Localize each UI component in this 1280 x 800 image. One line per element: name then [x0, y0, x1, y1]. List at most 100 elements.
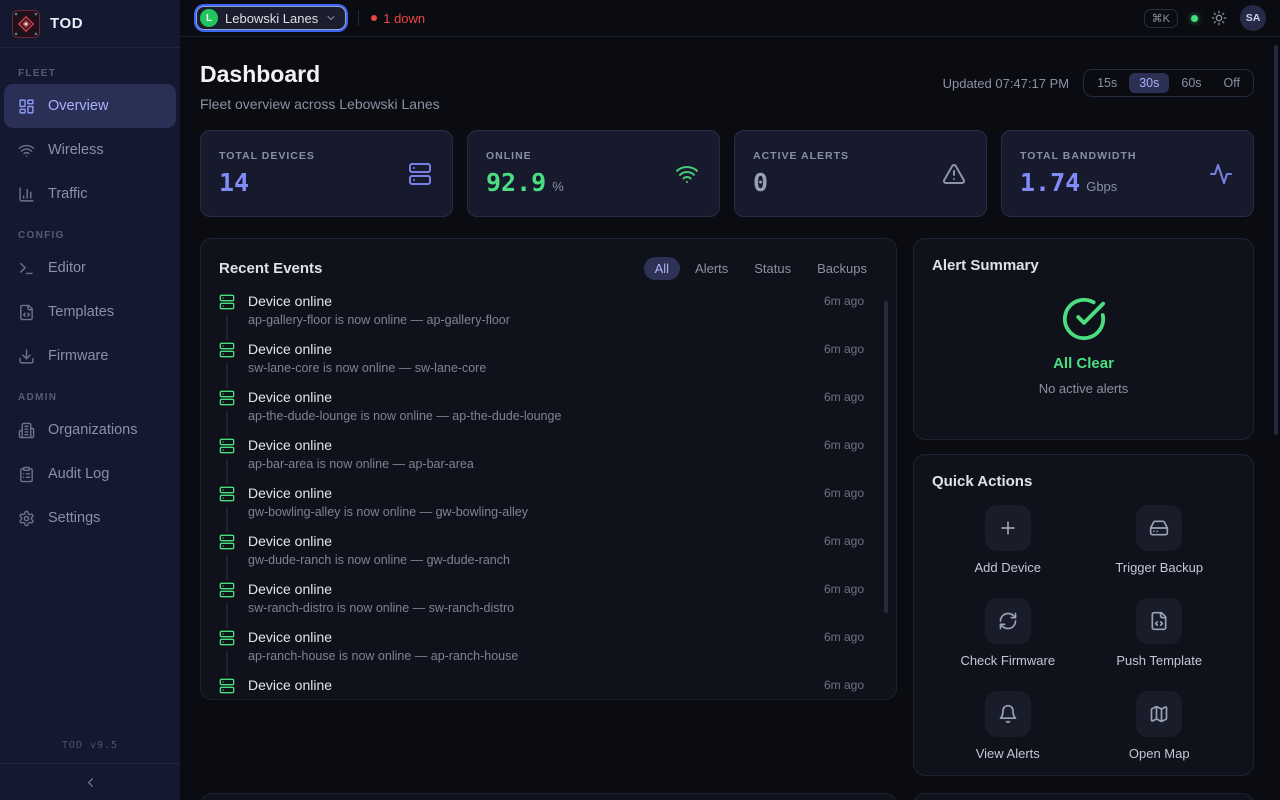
stat-unit: Gbps: [1086, 179, 1117, 194]
events-tab-all[interactable]: All: [644, 257, 680, 280]
event-detail: gw-bowling-alley is now online — gw-bowl…: [248, 505, 814, 520]
alert-detail-text: No active alerts: [932, 381, 1235, 396]
app-logo-icon: [12, 10, 40, 38]
sidebar-collapse-button[interactable]: [83, 775, 98, 790]
event-row[interactable]: Device online sw-ranch-distro is now onl…: [219, 578, 878, 626]
events-tab-status[interactable]: Status: [743, 257, 802, 280]
event-time: 6m ago: [814, 532, 864, 550]
sidebar-nav: FLEET Overview Wireless Traffic CONFIG E…: [0, 48, 180, 734]
alert-summary-body: All Clear No active alerts: [932, 296, 1235, 396]
page-scrollbar[interactable]: [1274, 45, 1278, 435]
check-circle-icon: [1061, 296, 1107, 342]
interval-15s-button[interactable]: 15s: [1087, 73, 1127, 93]
quick-action-tile: [985, 598, 1031, 644]
quick-action-label: Check Firmware: [960, 653, 1055, 668]
quick-actions-grid: Add Device Trigger Backup Check Firmware…: [932, 505, 1235, 761]
event-row[interactable]: Device online ap-gallery-floor is now on…: [219, 290, 878, 338]
sidebar-item-label: Templates: [48, 304, 114, 320]
event-icon-wrap: [219, 484, 235, 507]
stat-value: 92.9: [486, 168, 546, 197]
events-list: Device online ap-gallery-floor is now on…: [219, 290, 878, 700]
theme-toggle-button[interactable]: [1211, 10, 1227, 26]
event-row[interactable]: Device online ap-bar-area is now online …: [219, 434, 878, 482]
quick-action-tile: [1136, 598, 1182, 644]
sidebar-item-organizations[interactable]: Organizations: [4, 408, 176, 452]
events-filter-tabs: AllAlertsStatusBackups: [644, 257, 878, 280]
event-detail: ap-the-dude-lounge is now online — ap-th…: [248, 409, 814, 424]
event-row[interactable]: Device online ap-the-dude-lounge is now …: [219, 386, 878, 434]
stat-label: ACTIVE ALERTS: [753, 150, 968, 162]
sun-icon: [1211, 10, 1227, 26]
quick-action-push-template[interactable]: Push Template: [1116, 598, 1202, 668]
event-icon-wrap: [219, 580, 235, 603]
event-icon-wrap: [219, 676, 235, 699]
event-title: Device online: [248, 580, 814, 598]
event-row[interactable]: Device online gw-dude-ranch is now onlin…: [219, 530, 878, 578]
download-icon: [18, 348, 35, 365]
brand-header: TOD: [0, 0, 180, 48]
event-row[interactable]: Device online ap-ranch-house is now onli…: [219, 626, 878, 674]
interval-30s-button[interactable]: 30s: [1129, 73, 1169, 93]
sidebar-item-audit-log[interactable]: Audit Log: [4, 452, 176, 496]
file-code-icon: [1149, 611, 1169, 631]
event-row[interactable]: Device online 6m ago: [219, 674, 878, 700]
sidebar-section-items: Overview Wireless Traffic: [0, 84, 180, 216]
activity-icon: [1209, 162, 1233, 186]
user-avatar[interactable]: SA: [1240, 5, 1266, 31]
stat-value: 14: [219, 168, 249, 197]
topbar-divider: [358, 10, 359, 26]
sidebar-item-templates[interactable]: Templates: [4, 290, 176, 334]
sidebar-item-label: Audit Log: [48, 466, 109, 482]
sidebar-item-firmware[interactable]: Firmware: [4, 334, 176, 378]
interval-60s-button[interactable]: 60s: [1171, 73, 1211, 93]
sidebar-item-traffic[interactable]: Traffic: [4, 172, 176, 216]
server-icon: [219, 390, 235, 406]
sidebar-item-overview[interactable]: Overview: [4, 84, 176, 128]
page-title: Dashboard: [200, 59, 440, 89]
recent-events-title: Recent Events: [219, 260, 322, 277]
sidebar-item-editor[interactable]: Editor: [4, 246, 176, 290]
server-icon: [219, 534, 235, 550]
org-selector[interactable]: L Lebowski Lanes: [196, 6, 346, 30]
quick-action-tile: [1136, 505, 1182, 551]
event-title: Device online: [248, 676, 814, 694]
bottom-panel-left: [200, 793, 897, 800]
sidebar-section: FLEET Overview Wireless Traffic: [0, 54, 180, 216]
map-icon: [1149, 704, 1169, 724]
sidebar-item-wireless[interactable]: Wireless: [4, 128, 176, 172]
page-header: Dashboard Fleet overview across Lebowski…: [200, 37, 1254, 112]
stat-card-active-alerts: ACTIVE ALERTS 0: [734, 130, 987, 217]
sidebar-item-settings[interactable]: Settings: [4, 496, 176, 540]
event-text: Device online gw-bowling-alley is now on…: [248, 484, 814, 520]
events-tab-alerts[interactable]: Alerts: [684, 257, 739, 280]
sidebar-section: CONFIG Editor Templates Firmware: [0, 216, 180, 378]
event-time: 6m ago: [814, 436, 864, 454]
devices-down-indicator: 1 down: [371, 11, 425, 26]
page-header-left: Dashboard Fleet overview across Lebowski…: [200, 59, 440, 112]
events-tab-backups[interactable]: Backups: [806, 257, 878, 280]
quick-action-trigger-backup[interactable]: Trigger Backup: [1115, 505, 1203, 575]
event-detail: ap-gallery-floor is now online — ap-gall…: [248, 313, 814, 328]
interval-off-button[interactable]: Off: [1214, 73, 1250, 93]
topbar: L Lebowski Lanes 1 down ⌘K SA: [180, 0, 1280, 37]
file-code-icon: [18, 304, 35, 321]
quick-action-label: Open Map: [1129, 746, 1190, 761]
event-title: Device online: [248, 628, 814, 646]
quick-action-open-map[interactable]: Open Map: [1129, 691, 1190, 761]
quick-action-add-device[interactable]: Add Device: [975, 505, 1041, 575]
alert-triangle-icon: [942, 162, 966, 186]
quick-action-view-alerts[interactable]: View Alerts: [976, 691, 1040, 761]
events-scrollbar[interactable]: [884, 301, 888, 613]
quick-action-check-firmware[interactable]: Check Firmware: [960, 598, 1055, 668]
stat-value: 1.74: [1020, 168, 1080, 197]
stat-icon-box: [942, 162, 966, 186]
quick-action-tile: [985, 505, 1031, 551]
stat-value-row: 14: [219, 168, 434, 197]
event-row[interactable]: Device online gw-bowling-alley is now on…: [219, 482, 878, 530]
recent-events-panel: Recent Events AllAlertsStatusBackups Dev…: [200, 238, 897, 700]
command-palette-button[interactable]: ⌘K: [1144, 9, 1178, 28]
down-indicator-label: 1 down: [383, 11, 425, 26]
sidebar-footer: TOD v9.5: [0, 734, 180, 800]
event-row[interactable]: Device online sw-lane-core is now online…: [219, 338, 878, 386]
quick-action-label: Push Template: [1116, 653, 1202, 668]
